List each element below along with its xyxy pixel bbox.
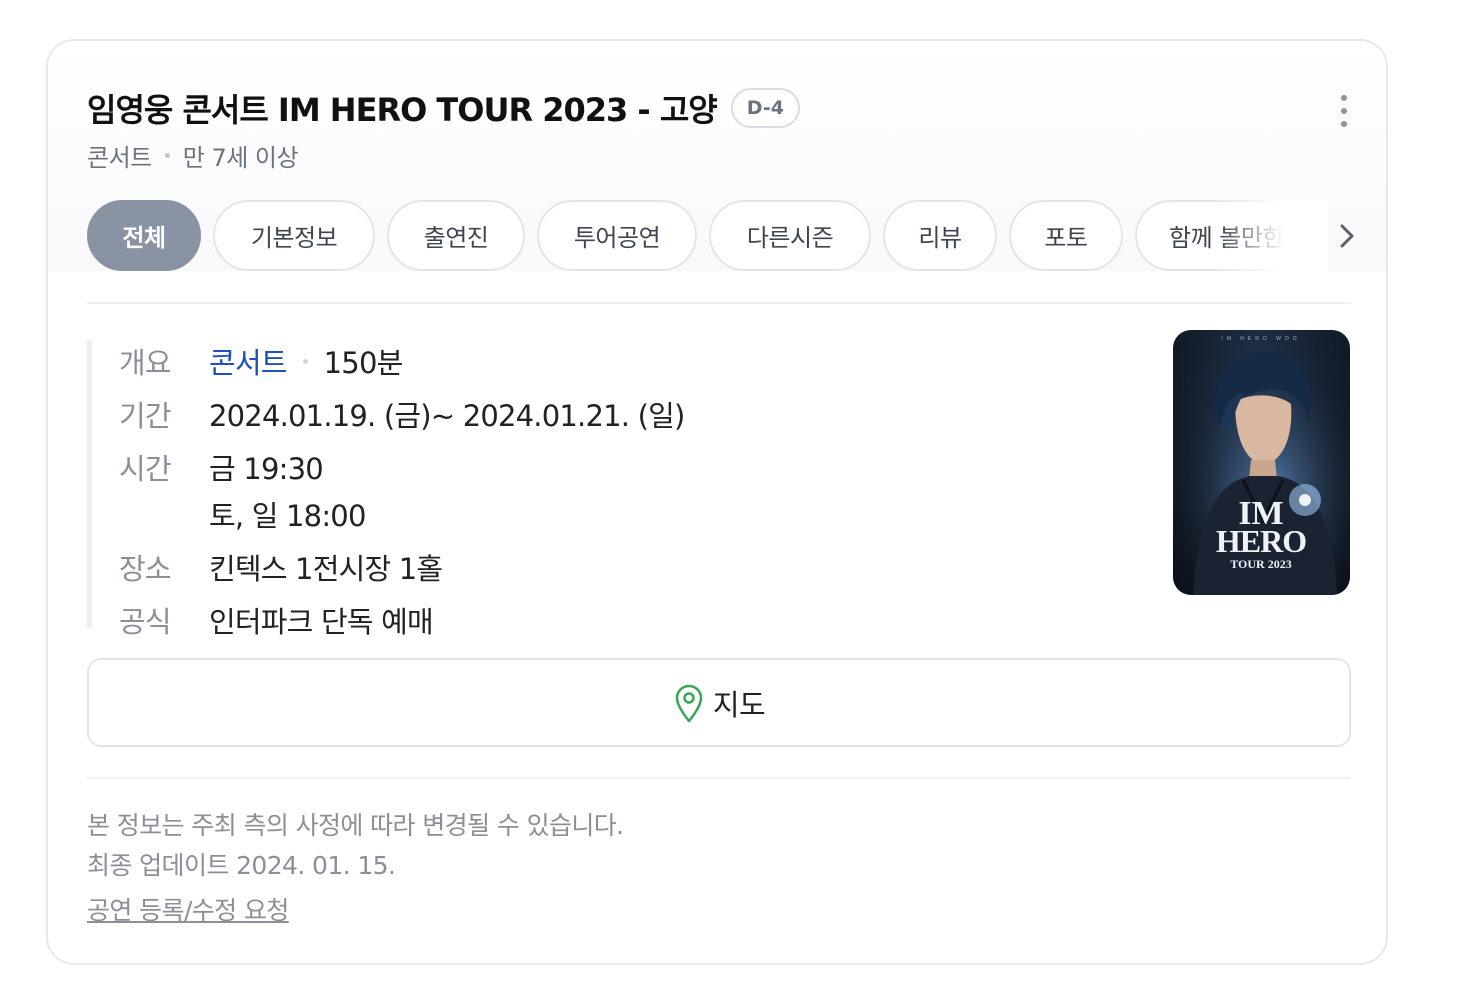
period-value: 2024.01.19. (금)~ 2024.01.21. (일): [209, 399, 685, 433]
tab-cast[interactable]: 출연진: [387, 200, 525, 271]
more-dot-icon: [1341, 95, 1347, 101]
poster-top-text: IM HERO WOO: [1221, 336, 1300, 342]
time-label: 시간: [119, 452, 172, 486]
tab-basic-info[interactable]: 기본정보: [213, 200, 375, 271]
tab-all[interactable]: 전체: [87, 200, 201, 271]
overview-row: 개요 콘서트 150분: [119, 340, 404, 382]
venue-link[interactable]: 킨텍스 1전시장 1홀: [209, 546, 443, 588]
poster-logo-line3: TOUR 2023: [1230, 557, 1291, 571]
event-card: 임영웅 콘서트 IM HERO TOUR 2023 - 고양 D-4 콘서트 만…: [46, 39, 1388, 965]
notice-text: 본 정보는 주최 측의 사정에 따라 변경될 수 있습니다.: [87, 811, 624, 840]
map-pin-icon: [675, 684, 703, 722]
tab-other-seasons[interactable]: 다른시즌: [709, 200, 871, 271]
event-title[interactable]: 임영웅 콘서트 IM HERO TOUR 2023 - 고양: [87, 85, 718, 131]
time-value-1: 금 19:30: [209, 452, 324, 486]
venue-row: 장소 킨텍스 1전시장 1홀: [119, 546, 443, 588]
dday-badge: D-4: [730, 88, 800, 128]
official-ticket-link[interactable]: 인터파크 단독 예매: [209, 599, 434, 641]
more-options-button[interactable]: [1332, 95, 1356, 127]
separator-dot: [302, 358, 308, 364]
title-row: 임영웅 콘서트 IM HERO TOUR 2023 - 고양 D-4: [87, 85, 800, 131]
event-subtitle: 콘서트 만 7세 이상: [87, 138, 299, 173]
tab-reviews[interactable]: 리뷰: [883, 200, 997, 271]
period-row: 기간 2024.01.19. (금)~ 2024.01.21. (일): [119, 393, 685, 435]
poster-artwork: IM HERO WOO IM HERO TOUR 2023: [1173, 330, 1350, 595]
official-row: 공식 인터파크 단독 예매: [119, 599, 434, 641]
time-row: 시간 금 19:30: [119, 446, 324, 488]
poster-logo-line2: HERO: [1216, 523, 1306, 559]
tab-bar: 전체 기본정보 출연진 투어공연 다른시즌 리뷰 포토 함께 볼만한 공: [87, 200, 1307, 273]
map-button[interactable]: 지도: [87, 658, 1351, 747]
event-category: 콘서트: [87, 144, 152, 172]
venue-label: 장소: [119, 552, 172, 586]
time-value-2: 토, 일 18:00: [209, 499, 366, 533]
tab-tour[interactable]: 투어공연: [537, 200, 697, 271]
tab-fade-overlay: [1218, 200, 1328, 273]
chevron-right-icon: [1340, 224, 1354, 248]
footer-notice: 본 정보는 주최 측의 사정에 따라 변경될 수 있습니다. 최종 업데이트 2…: [87, 806, 624, 886]
tab-scroll-right-button[interactable]: [1327, 216, 1367, 256]
details-section: 개요 콘서트 150분 기간 2024.01.19. (금)~ 2024.01.…: [87, 340, 987, 639]
last-updated-text: 최종 업데이트 2024. 01. 15.: [87, 851, 396, 880]
time-row-2: 토, 일 18:00: [119, 493, 366, 535]
more-dot-icon: [1341, 108, 1347, 114]
official-label: 공식: [119, 605, 172, 639]
divider: [87, 777, 1351, 779]
tab-photos[interactable]: 포토: [1009, 200, 1123, 271]
event-age-limit: 만 7세 이상: [182, 144, 299, 172]
overview-label: 개요: [119, 346, 172, 380]
more-dot-icon: [1341, 121, 1347, 127]
overview-duration: 150분: [323, 346, 404, 380]
period-label: 기간: [119, 399, 172, 433]
overview-genre-link[interactable]: 콘서트: [209, 340, 287, 382]
separator-dot: [164, 153, 170, 158]
map-button-label: 지도: [712, 687, 766, 722]
event-poster[interactable]: IM HERO WOO IM HERO TOUR 2023: [1173, 330, 1350, 595]
divider: [87, 302, 1351, 304]
edit-request-link[interactable]: 공연 등록/수정 요청: [87, 891, 289, 927]
